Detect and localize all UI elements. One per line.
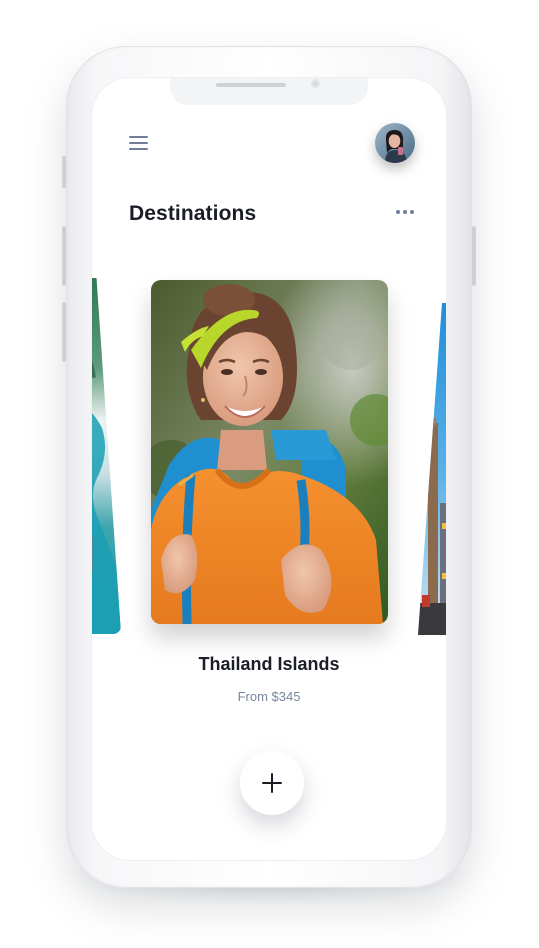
destination-card-previous[interactable] xyxy=(92,278,121,634)
traveler-photo xyxy=(151,280,388,624)
phone-screen: Destinations Thailand Islands From $345 xyxy=(92,78,446,860)
profile-avatar[interactable] xyxy=(375,123,415,163)
page-title: Destinations xyxy=(129,202,257,225)
destination-card-featured[interactable] xyxy=(151,280,388,624)
plus-icon-stroke xyxy=(271,773,273,793)
destination-name: Thailand Islands xyxy=(198,654,340,674)
hamburger-menu-icon[interactable] xyxy=(128,134,150,152)
more-options-icon[interactable] xyxy=(394,207,416,217)
speaker-grille xyxy=(216,83,286,87)
mockup-stage: Destinations Thailand Islands From $345 xyxy=(0,0,539,948)
city-photo xyxy=(418,303,446,635)
avatar-image xyxy=(375,123,415,163)
front-camera xyxy=(311,79,320,88)
destination-price: From $345 xyxy=(237,689,301,704)
destination-card-next[interactable] xyxy=(418,303,446,635)
add-button[interactable] xyxy=(240,751,304,815)
coastline-photo xyxy=(92,278,121,634)
power-button xyxy=(472,226,476,286)
notch xyxy=(170,78,368,105)
